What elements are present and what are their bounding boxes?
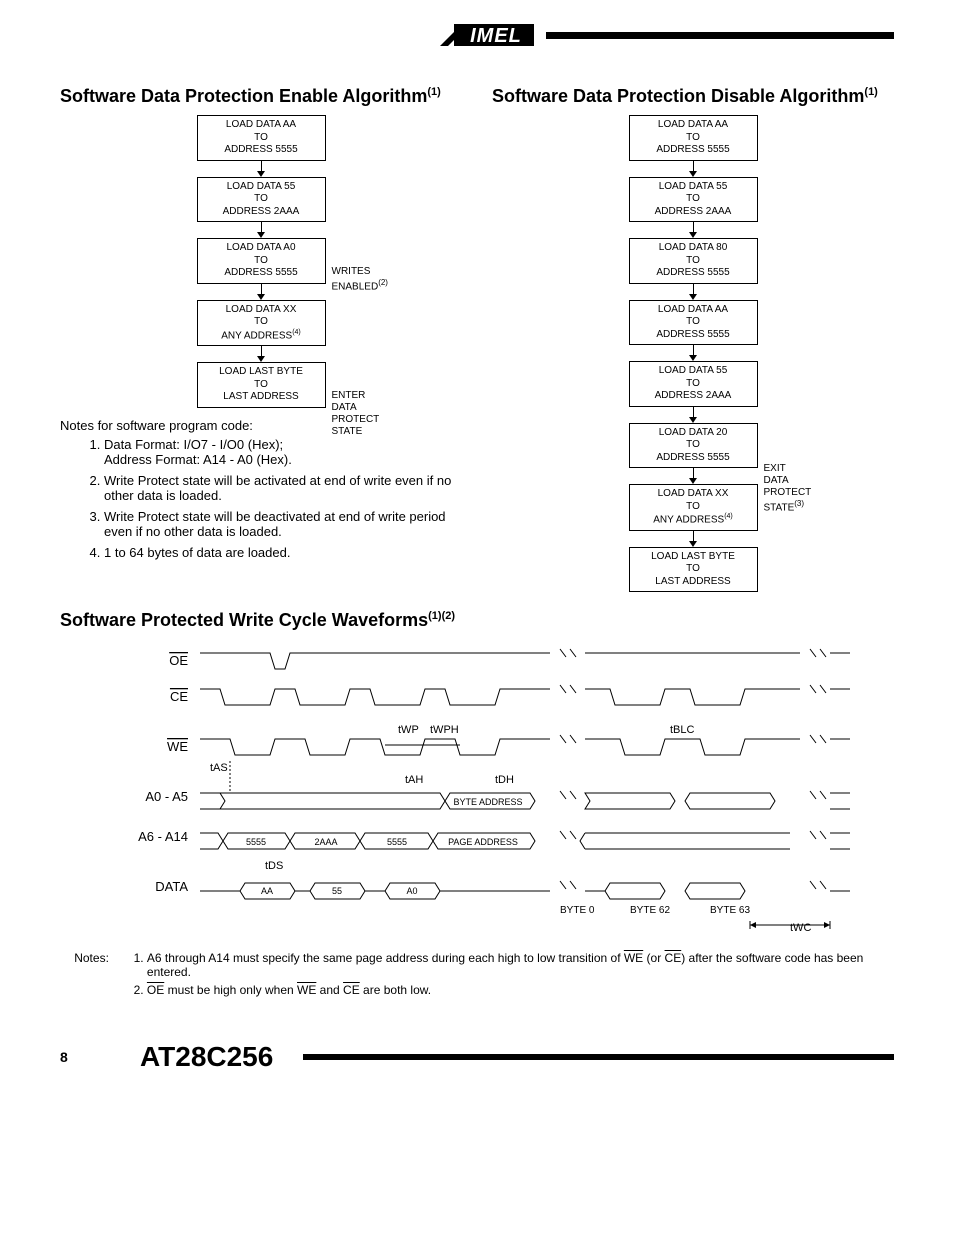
svg-text:2AAA: 2AAA <box>314 837 337 847</box>
svg-text:BYTE 0: BYTE 0 <box>560 905 595 916</box>
signal-a6a14: A6 - A14 <box>138 829 188 844</box>
waveform-diagram: OE CE WE A0 - A5 A6 - A14 DATA <box>130 641 850 941</box>
svg-text:tWP: tWP <box>398 724 419 736</box>
svg-text:tWC: tWC <box>790 922 811 934</box>
wf-note-item: A6 through A14 must specify the same pag… <box>147 951 894 979</box>
svg-text:PAGE ADDRESS: PAGE ADDRESS <box>448 837 518 847</box>
svg-text:5555: 5555 <box>387 837 407 847</box>
wf-note-item: OE must be high only when WE and CE are … <box>147 983 894 997</box>
disable-flowchart: LOAD DATA AA TO ADDRESS 5555 LOAD DATA 5… <box>492 115 894 592</box>
svg-text:tDH: tDH <box>495 774 514 786</box>
flow-step: LOAD DATA XX TO ANY ADDRESS(4) <box>197 300 326 347</box>
flow-step: LOAD DATA 55 TO ADDRESS 2AAA <box>629 361 758 407</box>
flow-step: LOAD DATA 80 TO ADDRESS 5555 <box>629 238 758 284</box>
flow-step: LOAD DATA AA TO ADDRESS 5555 <box>629 300 758 346</box>
flow-step: LOAD DATA 55 TO ADDRESS 2AAA <box>629 177 758 223</box>
svg-text:BYTE 63: BYTE 63 <box>710 905 750 916</box>
note-item: 1 to 64 bytes of data are loaded. <box>104 545 462 560</box>
svg-text:BYTE 62: BYTE 62 <box>630 905 670 916</box>
svg-text:BYTE ADDRESS: BYTE ADDRESS <box>453 797 522 807</box>
svg-text:tAS: tAS <box>210 762 228 774</box>
svg-text:tWPH: tWPH <box>430 724 459 736</box>
notes-label: Notes: <box>60 951 109 1001</box>
flow-step: LOAD DATA 55 TO ADDRESS 2AAA <box>197 177 326 223</box>
enable-title: Software Data Protection Enable Algorith… <box>60 86 462 107</box>
atmel-logo: IMEL <box>440 20 540 50</box>
flow-step: LOAD DATA 20 TO ADDRESS 5555 <box>629 423 758 469</box>
flow-step: LOAD DATA A0 TO ADDRESS 5555 <box>197 238 326 284</box>
flow-step: LOAD DATA XX TO ANY ADDRESS(4) <box>629 484 758 531</box>
footer-rule <box>303 1054 894 1060</box>
svg-text:55: 55 <box>332 886 342 896</box>
flow-step: LOAD DATA AA TO ADDRESS 5555 <box>629 115 758 161</box>
page-footer: 8 AT28C256 <box>60 1041 894 1073</box>
waveform-notes: Notes: A6 through A14 must specify the s… <box>60 951 894 1001</box>
flow-step: LOAD DATA AA TO ADDRESS 5555 <box>197 115 326 161</box>
svg-text:tDS: tDS <box>265 860 283 872</box>
svg-text:tAH: tAH <box>405 774 423 786</box>
waveform-section: Software Protected Write Cycle Waveforms… <box>60 610 894 1001</box>
signal-oe: OE <box>169 653 188 668</box>
signal-data: DATA <box>155 879 188 894</box>
flow-step: LOAD LAST BYTE TO LAST ADDRESS <box>197 362 326 408</box>
svg-text:IMEL: IMEL <box>470 25 522 47</box>
signal-we: WE <box>167 739 188 754</box>
svg-text:AA: AA <box>261 886 273 896</box>
waveform-title: Software Protected Write Cycle Waveforms… <box>60 610 894 631</box>
enable-algorithm-column: Software Data Protection Enable Algorith… <box>60 80 462 592</box>
disable-algorithm-column: Software Data Protection Disable Algorit… <box>492 80 894 592</box>
exit-protect-label: EXIT DATA PROTECT STATE(3) <box>764 451 812 514</box>
notes-header: Notes for software program code: <box>60 418 462 433</box>
enable-flowchart: LOAD DATA AA TO ADDRESS 5555 LOAD DATA 5… <box>60 115 462 408</box>
svg-text:A0: A0 <box>406 886 417 896</box>
page-header: IMEL <box>60 20 894 50</box>
software-notes: Notes for software program code: Data Fo… <box>60 418 462 560</box>
note-item: Data Format: I/O7 - I/O0 (Hex); Address … <box>104 437 462 467</box>
enter-protect-label: ENTER DATA PROTECT STATE <box>332 390 380 438</box>
svg-text:tBLC: tBLC <box>670 724 695 736</box>
disable-title: Software Data Protection Disable Algorit… <box>492 86 894 107</box>
note-item: Write Protect state will be activated at… <box>104 473 462 503</box>
flow-step: LOAD LAST BYTE TO LAST ADDRESS <box>629 547 758 593</box>
note-item: Write Protect state will be deactivated … <box>104 509 462 539</box>
writes-enabled-label: WRITES ENABLED(2) <box>332 266 388 293</box>
page-number: 8 <box>60 1049 120 1065</box>
signal-ce: CE <box>170 689 188 704</box>
part-number: AT28C256 <box>140 1041 273 1073</box>
svg-text:5555: 5555 <box>246 837 266 847</box>
signal-a0a5: A0 - A5 <box>145 789 188 804</box>
header-rule <box>546 32 894 39</box>
